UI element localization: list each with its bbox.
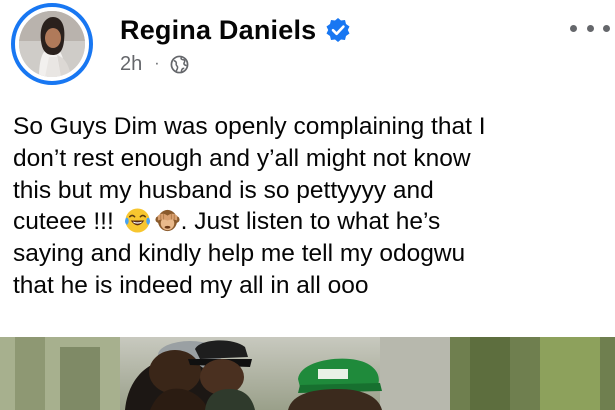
laughing-crying-emoji: [124, 207, 151, 234]
post-meta: 2h ·: [120, 52, 189, 76]
post-timestamp[interactable]: 2h: [120, 53, 142, 76]
author-name[interactable]: Regina Daniels: [120, 15, 316, 46]
more-options-icon[interactable]: [570, 18, 610, 38]
caption-line: that he is indeed my all in all ooo: [13, 271, 369, 299]
globe-icon[interactable]: [170, 55, 189, 74]
caption-line: this but my husband is so pettyyyy and: [13, 176, 434, 204]
author-row: Regina Daniels: [120, 12, 351, 48]
see-no-evil-monkey-emoji: [154, 207, 181, 234]
profile-avatar[interactable]: [11, 3, 93, 85]
more-dot: [570, 24, 577, 32]
caption-line-tail: . Just listen to what he’s: [180, 208, 441, 236]
caption-line: don’t rest enough and y’all might not kn…: [13, 144, 471, 172]
caption-line: cuteee !!!: [13, 208, 121, 236]
post-header: Regina Daniels 2h ·: [0, 0, 615, 92]
caption-line: saying and kindly help me tell my odogwu: [13, 240, 466, 268]
more-dot: [603, 24, 610, 32]
meta-separator: ·: [154, 55, 160, 72]
more-dot: [586, 24, 594, 32]
avatar-image: [19, 11, 85, 77]
post-video-thumbnail[interactable]: [0, 337, 615, 410]
verified-badge-icon: [325, 17, 351, 43]
caption-line: So Guys Dim was openly complaining that …: [13, 113, 486, 140]
post-caption: So Guys Dim was openly complaining that …: [13, 111, 613, 302]
facebook-post: Regina Daniels 2h · So Guys Dim was open…: [0, 0, 615, 410]
